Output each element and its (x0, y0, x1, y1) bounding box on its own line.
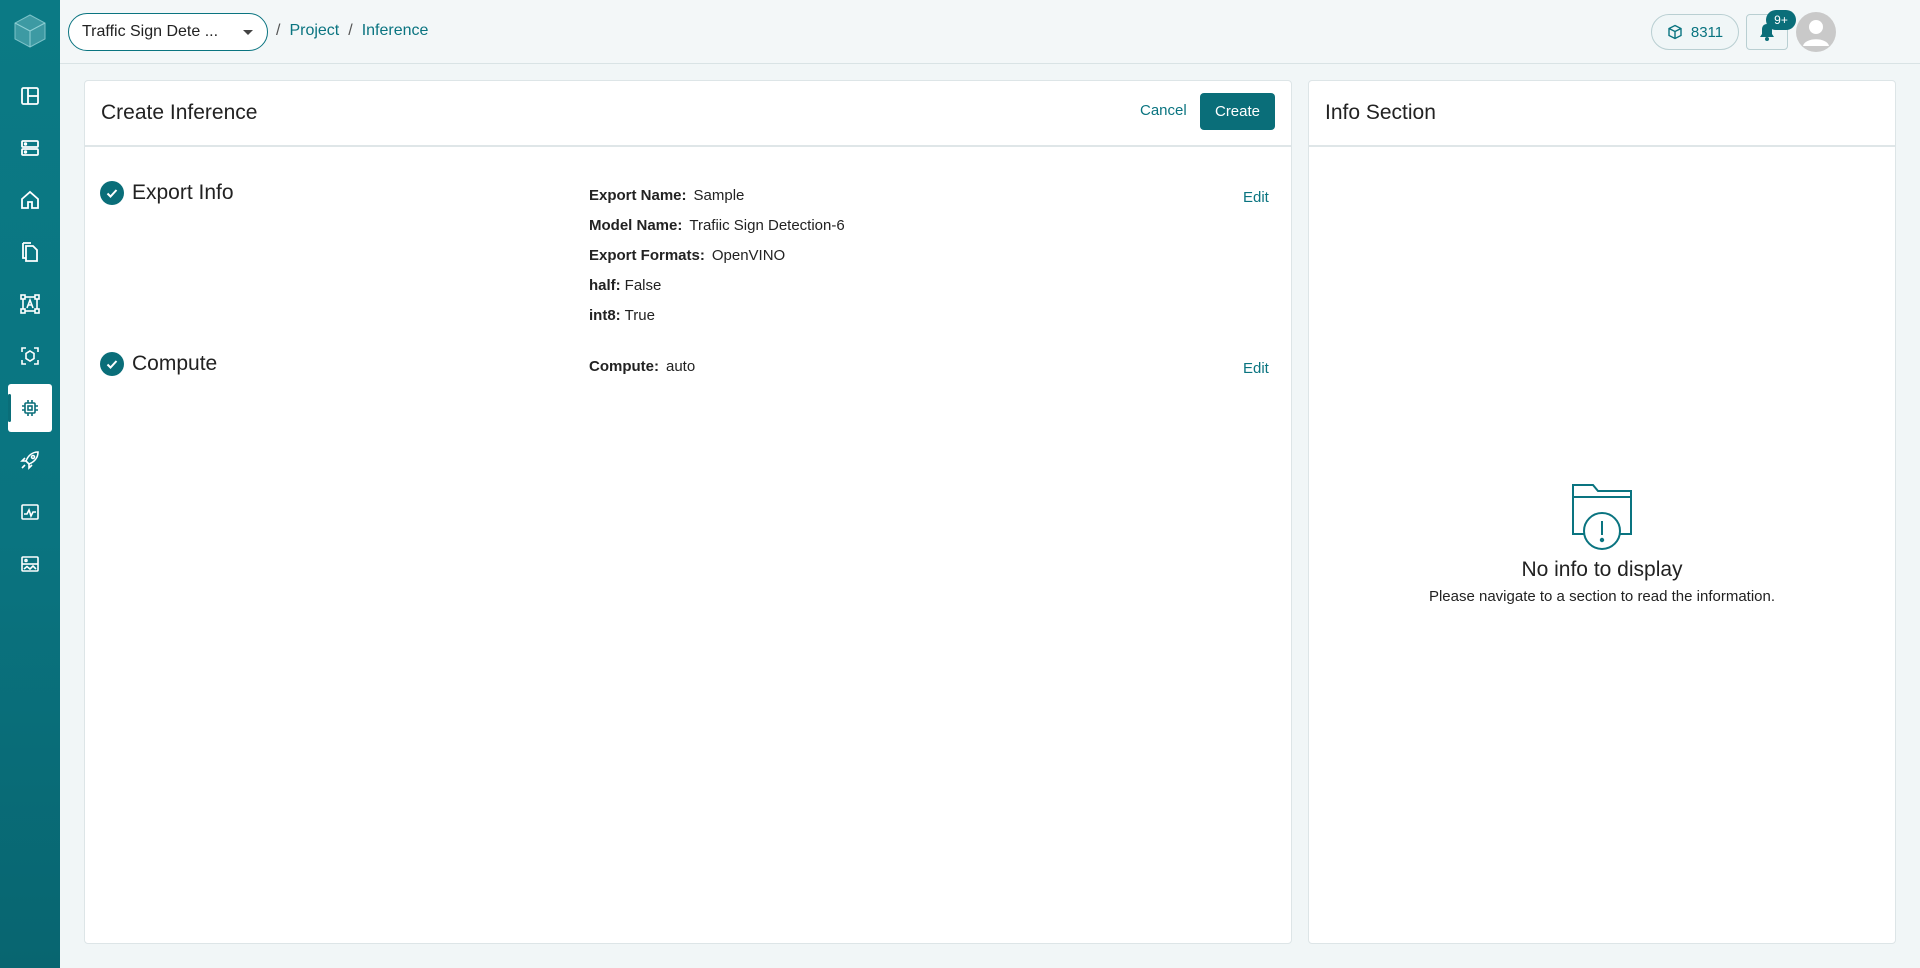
field-label: Model Name: (589, 217, 683, 234)
chevron-down-icon (243, 30, 253, 35)
create-inference-card: Create Inference (84, 80, 1292, 944)
rocket-icon (20, 451, 39, 470)
section-export-info: Export Info (100, 181, 234, 205)
cube-icon (1668, 24, 1682, 40)
breadcrumb-separator: / (276, 22, 281, 39)
check-circle-icon (100, 181, 124, 205)
app-logo-icon[interactable] (14, 14, 46, 48)
breadcrumb: / Project / Inference (276, 22, 428, 40)
folder-alert-icon (1572, 484, 1632, 550)
dataset-icon (21, 556, 39, 572)
cancel-button[interactable]: Cancel (1140, 102, 1187, 119)
card-header: Info Section (1309, 81, 1895, 147)
field-value: auto (666, 358, 696, 375)
credits-count: 8311 (1690, 23, 1724, 41)
section-title: Compute (132, 352, 218, 375)
sidebar-item-documents[interactable] (8, 228, 52, 276)
field-int8: int8: True (589, 307, 655, 324)
field-half: half: False (589, 277, 661, 294)
section-compute: Compute (100, 352, 217, 376)
sidebar-item-dataset[interactable] (8, 540, 52, 588)
empty-state-subtitle: Please navigate to a section to read the… (1428, 588, 1776, 605)
check-circle-icon (100, 352, 124, 376)
avatar[interactable] (1796, 12, 1836, 52)
create-button[interactable]: Create (1200, 93, 1275, 130)
monitor-icon (21, 504, 39, 520)
info-section-title: Info Section (1325, 101, 1436, 124)
field-label: int8: (589, 307, 621, 324)
sidebar-item-deploy[interactable] (8, 436, 52, 484)
field-value: True (624, 307, 655, 324)
storage-icon (21, 140, 39, 156)
edit-compute-button[interactable]: Edit (1243, 360, 1269, 377)
field-value: False (624, 277, 662, 294)
home-icon (21, 190, 39, 209)
field-label: Export Formats: (589, 247, 705, 264)
edit-export-button[interactable]: Edit (1243, 189, 1269, 206)
field-label: Compute: (589, 358, 659, 375)
chip-icon (22, 400, 38, 416)
sidebar-item-monitor[interactable] (8, 488, 52, 536)
sidebar-item-home[interactable] (8, 176, 52, 224)
field-value: Trafiic Sign Detection-6 (689, 217, 845, 234)
field-export-formats: Export Formats: OpenVINO (589, 247, 785, 264)
sidebar-item-storage[interactable] (8, 124, 52, 172)
model-icon (21, 347, 39, 365)
empty-state-title: No info to display (1521, 558, 1683, 581)
sidebar-item-annotation[interactable] (8, 280, 52, 328)
notification-badge: 9+ (1766, 10, 1796, 30)
card-header: Create Inference (85, 81, 1291, 147)
page-title: Create Inference (101, 101, 258, 124)
sidebar (0, 0, 60, 968)
field-model-name: Model Name: Trafiic Sign Detection-6 (589, 217, 845, 234)
project-select[interactable]: Traffic Sign Dete ... (68, 13, 268, 51)
breadcrumb-separator: / (348, 22, 353, 39)
project-select-value: Traffic Sign Dete ... (82, 23, 219, 40)
field-value: OpenVINO (711, 247, 786, 264)
sidebar-item-dashboard[interactable] (8, 72, 52, 120)
field-value: Sample (693, 187, 745, 204)
breadcrumb-project[interactable]: Project (289, 22, 339, 40)
sidebar-item-inference[interactable] (8, 384, 52, 432)
sidebar-item-model[interactable] (8, 332, 52, 380)
annotation-icon (20, 294, 40, 314)
empty-state: No info to display Please navigate to a … (1308, 480, 1896, 605)
dashboard-icon (21, 87, 39, 105)
field-compute: Compute: auto (589, 358, 695, 375)
field-label: half: (589, 277, 621, 294)
section-title: Export Info (132, 181, 234, 204)
breadcrumb-inference[interactable]: Inference (362, 22, 429, 40)
documents-icon (22, 242, 38, 262)
field-label: Export Name: (589, 187, 687, 204)
user-icon (1803, 20, 1829, 46)
field-export-name: Export Name: Sample (589, 187, 744, 204)
credits-button[interactable]: 8311 (1651, 14, 1739, 50)
